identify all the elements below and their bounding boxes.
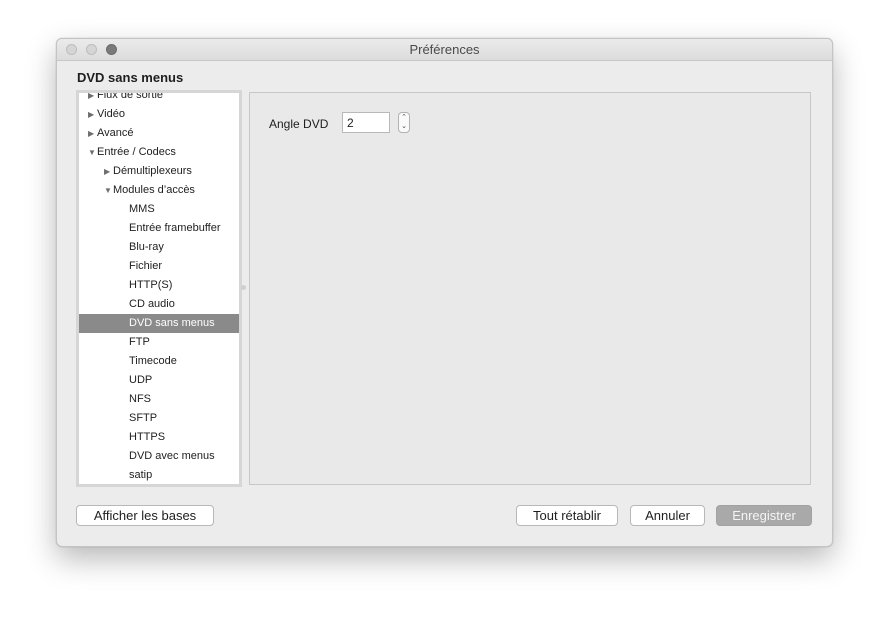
tree-item[interactable]: ▶ Flux de sortie [79,90,239,105]
tree-item-label: DVD sans menus [129,317,215,329]
show-basic-button[interactable]: Afficher les bases [76,505,214,526]
tree-item[interactable]: UDP [79,371,239,390]
tree-item-label: CD audio [129,298,175,310]
tree-item[interactable]: CD audio [79,295,239,314]
tree-item[interactable]: ▶ Vidéo [79,105,239,124]
reset-all-button[interactable]: Tout rétablir [516,505,618,526]
tree-item[interactable]: Blu-ray [79,238,239,257]
tree-item-label: Blu-ray [129,241,164,253]
settings-panel: Angle DVD ⌃ ⌄ [249,92,811,485]
section-title: DVD sans menus [77,70,184,85]
tree-item-label: Flux de sortie [97,90,164,101]
disclosure-closed-icon[interactable]: ▶ [88,105,97,124]
tree-item-label: Avancé [97,127,134,139]
tree-item[interactable]: HTTP(S) [79,276,239,295]
title-bar[interactable]: Préférences [57,39,832,61]
tree-item[interactable]: HTTPS [79,428,239,447]
tree-item-label: UDP [129,374,153,386]
tree-item[interactable]: MMS [79,200,239,219]
tree-item[interactable]: SFTP [79,409,239,428]
tree-item[interactable]: satip [79,466,239,484]
tree-item-label: Vidéo [97,108,125,120]
tree-item[interactable]: ▶ Avancé [79,124,239,143]
tree-item[interactable]: NFS [79,390,239,409]
tree-list: ▶ Flux de sortie ▶ Vidéo ▶ Avancé ▼Entrée / Co… [79,90,239,484]
angle-dvd-label: Angle DVD [269,117,329,131]
chevron-up-icon[interactable]: ⌃ [399,113,409,122]
tree-item-label: Modules d’accès [113,184,195,196]
cancel-button[interactable]: Annuler [630,505,705,526]
tree-item-label: HTTPS [129,431,166,443]
disclosure-closed-icon[interactable]: ▶ [104,162,113,181]
tree-item-label: Fichier [129,260,163,272]
tree-item-label: MMS [129,203,155,215]
tree-item[interactable]: Fichier [79,257,239,276]
tree-item[interactable]: ▼Modules d’accès [79,181,239,200]
tree-item[interactable]: ▶ Démultiplexeurs [79,162,239,181]
tree-item-label: Entrée / Codecs [97,146,176,158]
tree-item-label: Timecode [129,355,177,367]
disclosure-open-icon[interactable]: ▼ [104,181,113,200]
chevron-down-icon[interactable]: ⌄ [399,122,409,131]
tree-item-label: HTTP(S) [129,279,173,291]
disclosure-closed-icon[interactable]: ▶ [88,124,97,143]
tree-item[interactable]: FTP [79,333,239,352]
tree-item-label: satip [129,469,153,481]
window-title: Préférences [409,42,480,57]
save-button[interactable]: Enregistrer [716,505,812,526]
tree-item[interactable]: DVD sans menus [79,314,239,333]
tree-item-label: FTP [129,336,150,348]
tree-item-label: Entrée framebuffer [129,222,221,234]
disclosure-open-icon[interactable]: ▼ [88,143,97,162]
preferences-window: Préférences DVD sans menus ▶ Flux de sort… [56,38,833,547]
preferences-tree[interactable]: ▶ Flux de sortie ▶ Vidéo ▶ Avancé ▼Entrée / Co… [76,90,242,487]
tree-item[interactable]: Entrée framebuffer [79,219,239,238]
tree-item-label: Démultiplexeurs [113,165,192,177]
tree-item[interactable]: ▼Entrée / Codecs [79,143,239,162]
tree-item[interactable]: Timecode [79,352,239,371]
tree-item[interactable]: DVD avec menus [79,447,239,466]
splitter-handle[interactable] [241,285,246,290]
tree-item-label: NFS [129,393,151,405]
angle-dvd-input[interactable] [342,112,390,133]
disclosure-closed-icon[interactable]: ▶ [88,93,97,105]
tree-item-label: DVD avec menus [129,450,215,462]
angle-dvd-stepper[interactable]: ⌃ ⌄ [398,112,410,133]
tree-item-label: SFTP [129,412,158,424]
